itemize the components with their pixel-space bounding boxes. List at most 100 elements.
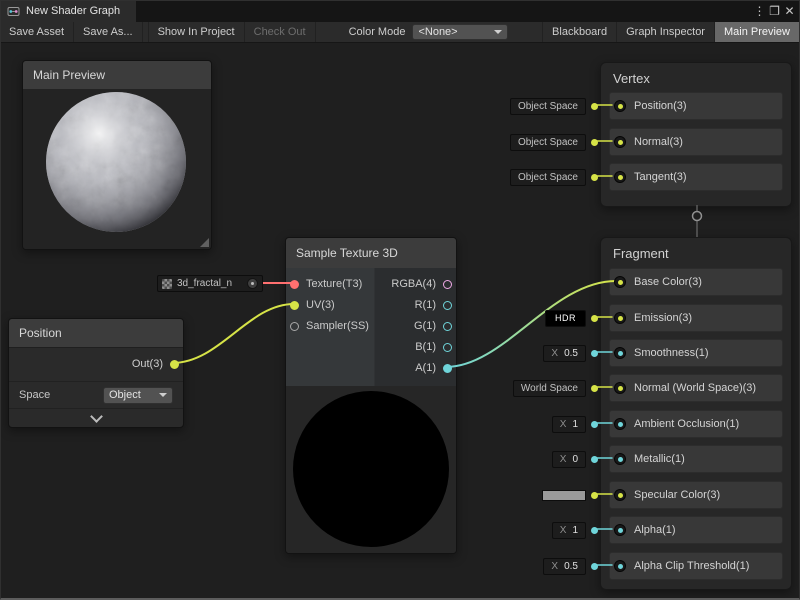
port-alpha[interactable] <box>614 524 626 536</box>
block-specular-color[interactable]: Specular Color(3) <box>609 481 783 509</box>
metallic-float-field[interactable]: X0 <box>552 450 598 468</box>
port-metallic[interactable] <box>614 453 626 465</box>
node-preview <box>286 386 456 553</box>
block-tangent[interactable]: Tangent(3) <box>609 163 783 191</box>
sample-texture-node-header[interactable]: Sample Texture 3D <box>286 238 456 269</box>
axis-label: X <box>560 454 567 465</box>
port-alpha-clip-threshold[interactable] <box>614 560 626 572</box>
port-position-out[interactable] <box>170 360 179 369</box>
port-vertex-position[interactable] <box>614 100 626 112</box>
block-label: Alpha(1) <box>634 524 676 536</box>
port-texture-input[interactable] <box>290 280 299 289</box>
smoothness-float-field[interactable]: X 0.5 <box>543 344 598 362</box>
output-label: G(1) <box>414 320 436 332</box>
port-vertex-tangent[interactable] <box>614 171 626 183</box>
maximize-icon[interactable]: ❐ <box>767 0 782 22</box>
main-preview-toggle[interactable]: Main Preview <box>715 22 800 42</box>
color-mode-label: Color Mode <box>342 22 413 42</box>
block-alpha[interactable]: Alpha(1) <box>609 516 783 544</box>
field-value: 0.5 <box>564 348 578 359</box>
block-alpha-clip-threshold[interactable]: Alpha Clip Threshold(1) <box>609 552 783 580</box>
position-node-header[interactable]: Position <box>9 319 183 348</box>
port-specular-color[interactable] <box>614 489 626 501</box>
block-normal[interactable]: Normal(3) <box>609 128 783 156</box>
resize-handle-icon[interactable] <box>200 238 209 247</box>
port-uv-input[interactable] <box>290 301 299 310</box>
port-b-output[interactable] <box>443 343 452 352</box>
chevron-down-icon[interactable] <box>90 410 103 423</box>
position-space-binding[interactable]: Object Space <box>510 97 598 115</box>
binding-label: Object Space <box>518 172 578 183</box>
texture-object-field[interactable]: 3d_fractal_n <box>157 275 263 292</box>
fragment-title: Fragment <box>613 246 669 261</box>
space-label: Space <box>19 389 50 401</box>
show-in-project-button[interactable]: Show In Project <box>148 22 245 42</box>
space-value: Object <box>109 389 141 401</box>
toolbar: Save Asset Save As... Show In Project Ch… <box>0 22 800 43</box>
block-normal-world-space[interactable]: Normal (World Space)(3) <box>609 374 783 402</box>
texture-asset-pill[interactable]: 3d_fractal_n <box>157 275 263 292</box>
emission-hdr-field[interactable]: HDR <box>545 309 598 327</box>
block-metallic[interactable]: Metallic(1) <box>609 445 783 473</box>
input-label: UV(3) <box>306 299 335 311</box>
field-value: 1 <box>572 419 578 430</box>
block-smoothness[interactable]: Smoothness(1) <box>609 339 783 367</box>
port-base-color[interactable] <box>614 276 626 288</box>
vertex-title: Vertex <box>613 71 650 86</box>
position-space-row: Space Object <box>9 381 183 408</box>
main-preview-header[interactable]: Main Preview <box>23 61 211 90</box>
block-emission[interactable]: Emission(3) <box>609 304 783 332</box>
tangent-space-binding[interactable]: Object Space <box>510 168 598 186</box>
position-node-footer <box>9 408 183 427</box>
save-asset-button[interactable]: Save Asset <box>0 22 74 42</box>
block-base-color[interactable]: Base Color(3) <box>609 268 783 296</box>
normal-space-binding[interactable]: Object Space <box>510 133 598 151</box>
shader-graph-icon <box>7 5 20 18</box>
color-mode-dropdown[interactable]: <None> <box>412 24 508 40</box>
stack-link-node[interactable] <box>693 212 702 221</box>
binding-port-dot <box>591 492 598 499</box>
port-a-output[interactable] <box>443 364 452 373</box>
alpha-float-field[interactable]: X1 <box>552 521 598 539</box>
blackboard-toggle[interactable]: Blackboard <box>542 22 617 42</box>
port-emission[interactable] <box>614 312 626 324</box>
block-position[interactable]: Position(3) <box>609 92 783 120</box>
sample-texture-3d-node[interactable]: Sample Texture 3D Texture(T3) UV(3) Samp… <box>285 237 457 554</box>
binding-port-dot <box>591 103 598 110</box>
port-vertex-normal[interactable] <box>614 136 626 148</box>
space-dropdown[interactable]: Object <box>103 387 173 404</box>
port-g-output[interactable] <box>443 322 452 331</box>
field-value: 1 <box>572 525 578 536</box>
binding-port-dot <box>591 315 598 322</box>
sample-texture-node-title: Sample Texture 3D <box>296 246 398 260</box>
edge-position-out-to-uv[interactable] <box>172 304 294 363</box>
graph-inspector-toggle[interactable]: Graph Inspector <box>617 22 715 42</box>
axis-label: X <box>551 348 558 359</box>
binding-port-dot <box>591 385 598 392</box>
alpha-clip-float-field[interactable]: X0.5 <box>543 557 598 575</box>
fragment-node[interactable]: Fragment Base Color(3) Emission(3) Smoot… <box>600 237 792 590</box>
port-sampler-input[interactable] <box>290 322 299 331</box>
dropdown-arrow-icon <box>494 30 502 34</box>
port-ambient-occlusion[interactable] <box>614 418 626 430</box>
save-as-button[interactable]: Save As... <box>74 22 143 42</box>
block-ambient-occlusion[interactable]: Ambient Occlusion(1) <box>609 410 783 438</box>
tab-new-shader-graph[interactable]: New Shader Graph <box>0 0 136 22</box>
port-rgba-output[interactable] <box>443 280 452 289</box>
specular-color-field[interactable] <box>542 486 598 504</box>
binding-port-dot <box>591 563 598 570</box>
port-smoothness[interactable] <box>614 347 626 359</box>
normal-space-binding[interactable]: World Space <box>513 379 598 397</box>
object-picker-icon[interactable] <box>247 278 258 289</box>
block-label: Specular Color(3) <box>634 489 720 501</box>
port-r-output[interactable] <box>443 301 452 310</box>
color-swatch[interactable] <box>542 490 586 501</box>
block-label: Ambient Occlusion(1) <box>634 418 739 430</box>
vertex-node[interactable]: Vertex Position(3) Normal(3) Tangent(3) … <box>600 62 792 207</box>
ambient-occlusion-float-field[interactable]: X1 <box>552 415 598 433</box>
position-node[interactable]: Position Out(3) Space Object <box>8 318 184 428</box>
close-icon[interactable]: ✕ <box>782 0 797 22</box>
port-normal-world-space[interactable] <box>614 382 626 394</box>
preview-sphere <box>45 91 187 238</box>
more-icon[interactable]: ⋮ <box>752 0 767 22</box>
